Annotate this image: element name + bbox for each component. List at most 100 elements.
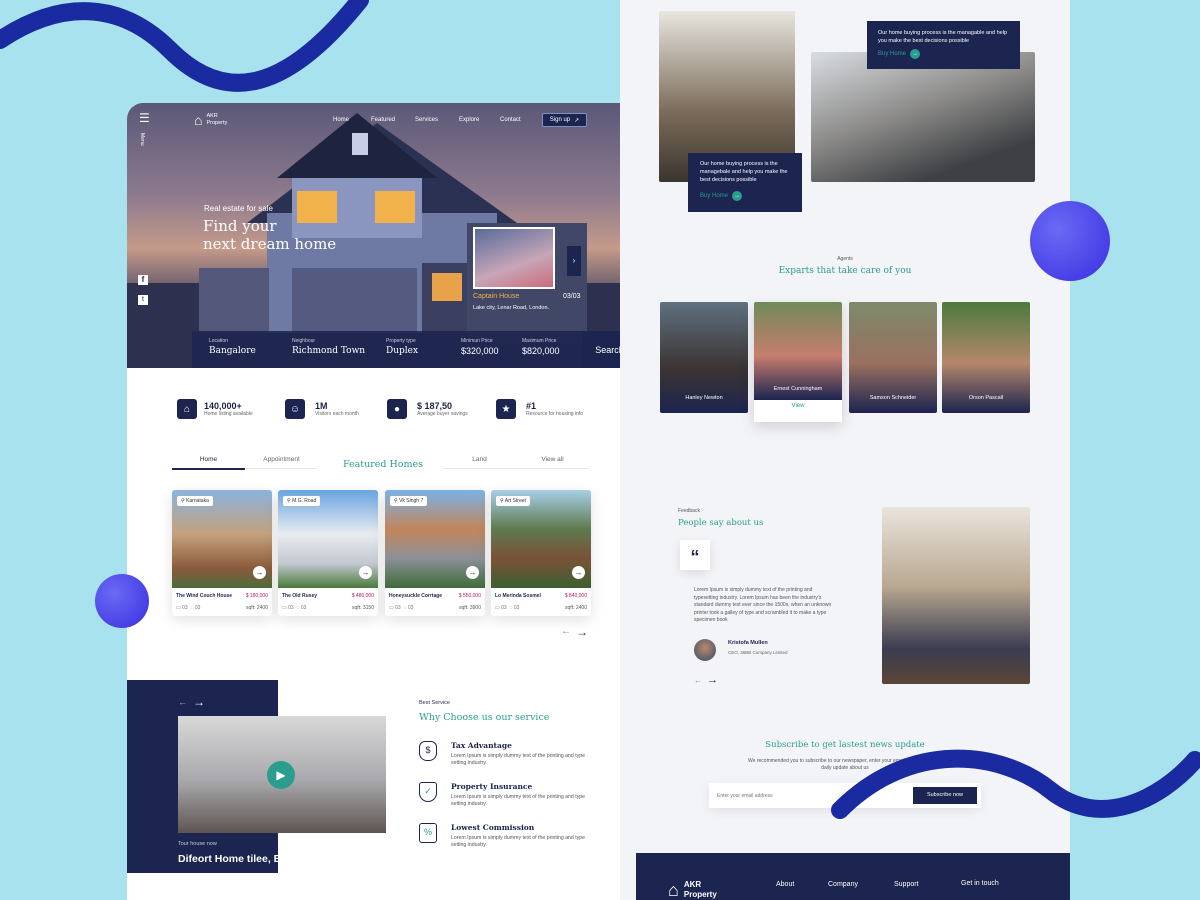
tab-home[interactable]: Home (172, 456, 245, 470)
social-facebook-icon[interactable]: f (138, 275, 148, 285)
wave-bottom-decoration (831, 749, 1200, 819)
search-property-type[interactable]: Property type Duplex (386, 338, 418, 356)
feedback-room-image (882, 507, 1030, 684)
buy-home-link[interactable]: Buy Home → (878, 49, 1009, 59)
listing-price: $ 480,000 (351, 593, 374, 599)
promo-card-top: Our home buying process is the managable… (867, 21, 1020, 69)
arrow-right-icon[interactable]: → (572, 566, 585, 579)
footer-link-company[interactable]: Company (828, 881, 858, 888)
carousel-next-icon[interactable]: → (576, 625, 588, 639)
hero: ☰ Menu ⌂ AKR Property Home Featured Servi… (127, 103, 636, 368)
hero-title-line2: next dream home (203, 235, 337, 253)
listing-price: $ 840,000 (564, 593, 587, 599)
social-twitter-icon[interactable]: t (138, 295, 148, 305)
tab-land[interactable]: Land (443, 456, 516, 469)
listing-meta: ▭ 03 ◌ 03 (495, 605, 520, 611)
listing-price: $ 550,000 (458, 593, 481, 599)
listing-name: Honeysuckle Corrtage (389, 593, 443, 599)
tour-title: Difeort Home tilee, Bangalore (178, 853, 326, 865)
tour-kicker: Tour house now (178, 841, 217, 847)
search-min-price[interactable]: Minimun Price $320,000 (461, 338, 499, 356)
bath-icon: ◌ (190, 605, 194, 611)
preview-address: Lake city, Lenar Road, London. (473, 305, 550, 311)
stat-listings: ⌂ 140,000+ Home listing available (177, 399, 253, 419)
hero-title: Find your next dream home (203, 217, 336, 253)
nav-featured[interactable]: Featured (371, 117, 395, 123)
agents-kicker: Agents (837, 256, 853, 262)
footer-link-support[interactable]: Support (894, 881, 919, 888)
listing-card[interactable]: ⚲ Vk Singh 7 → Honeysuckle Corrtage $ 55… (385, 490, 485, 616)
nav-home[interactable]: Home (333, 117, 349, 123)
bath-icon: ◌ (509, 605, 513, 611)
feedback-next-icon[interactable]: → (707, 674, 718, 686)
featured-homes-title: Featured Homes (342, 459, 424, 470)
arrow-circle-icon: → (910, 49, 921, 59)
author-role: CEO, 36BB Company Limited (728, 650, 788, 655)
money-bag-icon: $ (419, 741, 437, 761)
location-chip: ⚲ Karnataka (177, 496, 213, 506)
location-chip: ⚲ Vk Singh 7 (390, 496, 428, 506)
agent-card[interactable]: Samson Schneider (849, 302, 937, 413)
nav-services[interactable]: Services (415, 117, 438, 123)
listing-card[interactable]: ⚲ Karnataka → The Wind Couch House $ 180… (172, 490, 272, 616)
home-logo-icon: ⌂ (194, 112, 203, 128)
listing-price: $ 180,000 (245, 593, 268, 599)
feedback-title: People say about us (678, 518, 764, 528)
menu-icon[interactable]: ☰ (139, 112, 150, 124)
footer: ⌂ AKR Property About Company Support Get … (636, 853, 1070, 900)
bed-icon: ▭ (282, 605, 287, 611)
nav-explore[interactable]: Explore (459, 117, 479, 123)
carousel-prev-icon[interactable]: ← (561, 626, 571, 637)
interior-image-2 (811, 52, 1035, 182)
listing-card[interactable]: ⚲ Art Street → Lo Merinda Sosmel $ 840,0… (491, 490, 591, 616)
search-max-price[interactable]: Maximum Price $820,000 (522, 338, 560, 356)
agent-card-active[interactable]: Ernest Cunningham View (754, 302, 842, 422)
listing-meta: ▭ 03 ◌ 03 (176, 605, 201, 611)
agent-card[interactable]: Orson Pascall (942, 302, 1030, 413)
promo-card-bottom: Our home buying process is the managebal… (688, 153, 802, 212)
preview-count: 03/03 (563, 293, 581, 300)
listing-name: The Wind Couch House (176, 593, 233, 599)
listing-card[interactable]: ⚲ M.G. Road → The Old Rusey $ 480,000 ▭ … (278, 490, 378, 616)
tour-prev-icon[interactable]: ← (178, 697, 187, 707)
tour-video[interactable]: ▶ (178, 716, 386, 833)
footer-link-about[interactable]: About (776, 881, 794, 888)
decor-ball-right (1030, 201, 1110, 281)
tour-next-icon[interactable]: → (193, 695, 205, 709)
service-item-commission: % Lowest Commission Lorem Ipsum is simply… (419, 823, 596, 849)
author-name: Kristofa Mullen (728, 640, 768, 646)
author-avatar (694, 639, 716, 661)
listing-sqft: sqft: 2400 (246, 605, 268, 611)
external-link-icon: ↗ (574, 117, 580, 124)
hero-title-line1: Find your (203, 217, 277, 235)
footer-logo[interactable]: ⌂ AKR Property (668, 880, 717, 900)
bath-icon: ◌ (403, 605, 407, 611)
agent-view-link[interactable]: View (754, 403, 842, 409)
location-chip: ⚲ Art Street (496, 496, 530, 506)
footer-link-contact[interactable]: Get in touch (961, 880, 999, 887)
bed-icon: ▭ (176, 605, 181, 611)
tab-appointment[interactable]: Appointment (245, 456, 318, 469)
wave-top-decoration (0, 0, 369, 92)
arrow-right-icon[interactable]: → (359, 566, 372, 579)
signup-button[interactable]: Sign up ↗ (542, 113, 587, 127)
arrow-right-icon[interactable]: → (466, 566, 479, 579)
service-title: Why Choose us our service (419, 712, 550, 723)
logo[interactable]: ⌂ AKR Property (194, 112, 227, 128)
listing-name: Lo Merinda Sosmel (495, 593, 541, 599)
arrow-right-icon[interactable]: → (253, 566, 266, 579)
buy-home-link-2[interactable]: Buy Home → (700, 191, 790, 201)
tab-view-all[interactable]: View all (516, 456, 589, 469)
nav-contact[interactable]: Contact (500, 117, 521, 123)
stat-visitors: ☺ 1M Visitors each month (285, 399, 359, 419)
listing-meta: ▭ 03 ◌ 03 (282, 605, 307, 611)
play-button-icon[interactable]: ▶ (267, 761, 295, 789)
location-pin-icon: ● (387, 399, 407, 419)
agent-card[interactable]: Hanley Newton (660, 302, 748, 413)
preview-next-button[interactable]: › (567, 246, 581, 276)
feedback-prev-icon[interactable]: ← (694, 676, 702, 685)
commission-hand-icon: % (419, 823, 437, 843)
search-neighbour[interactable]: Neighbour Richmond Town (292, 338, 365, 356)
property-preview-image[interactable] (473, 227, 555, 289)
search-location[interactable]: Location Bangalore (209, 338, 256, 356)
